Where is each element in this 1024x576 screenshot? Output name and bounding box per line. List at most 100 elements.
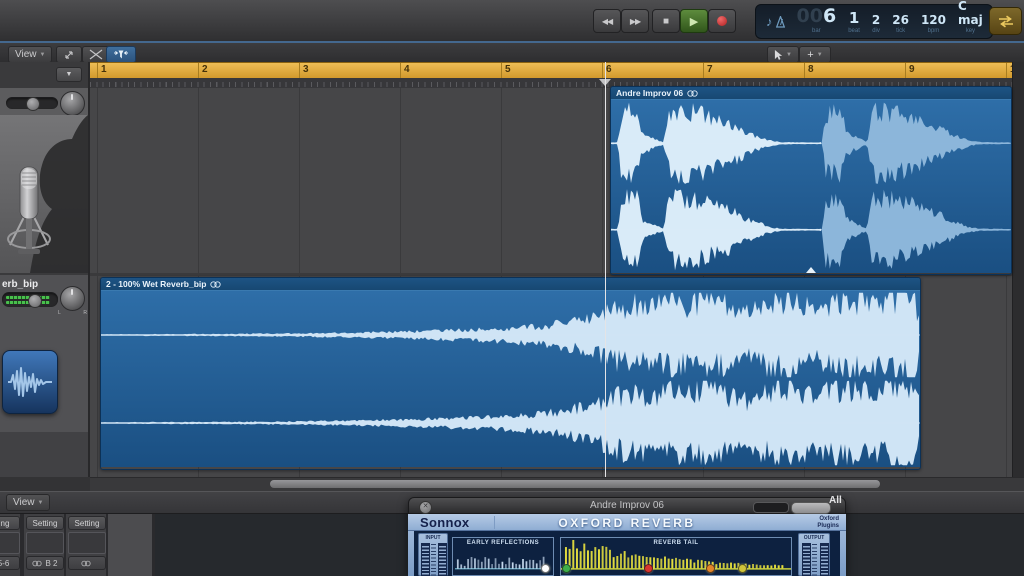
track1-header[interactable]: LR: [0, 88, 88, 273]
chevron-down-icon: ▼: [786, 51, 792, 58]
strip1-insert-slot[interactable]: [0, 532, 20, 554]
daw-window: ◀◀ ▶▶ ■ ▶ ♪ 00 6 bar 1 beat 2 div 26 tick: [0, 0, 1024, 576]
lcd-beat-label: beat: [848, 28, 860, 34]
secondary-tool-button[interactable]: + ▼: [799, 46, 831, 63]
close-icon[interactable]: ✕: [419, 501, 432, 514]
forward-icon: ▶▶: [629, 16, 641, 26]
region-header[interactable]: Andre Improv 06: [611, 87, 1011, 100]
envelope-node[interactable]: [541, 564, 550, 573]
reverb-tail-panel: REVERB TAIL: [560, 537, 792, 576]
input-meter-right: [438, 543, 447, 576]
envelope-node[interactable]: [644, 564, 653, 573]
track-header-disclosure-button[interactable]: ▼: [56, 67, 82, 82]
cycle-button[interactable]: [989, 7, 1022, 35]
lcd-display[interactable]: ♪ 00 6 bar 1 beat 2 div 26 tick 120 bpm C…: [755, 0, 1019, 39]
lcd-tick-field[interactable]: 26 tick: [886, 5, 915, 38]
envelope-node[interactable]: [562, 564, 571, 573]
catch-funnel-icon: [114, 50, 128, 59]
mixer-view-label: View: [13, 497, 35, 508]
strip1-setting-button[interactable]: Setting: [0, 516, 20, 530]
track2-level-meter[interactable]: [2, 292, 58, 308]
strip3-setting-button[interactable]: Setting: [68, 516, 106, 530]
lcd-div-label: div: [872, 28, 880, 34]
drag-mode-button[interactable]: [56, 46, 82, 63]
lcd-mode-icons[interactable]: ♪: [760, 5, 791, 38]
audio-region-wet-reverb[interactable]: 2 - 100% Wet Reverb_bip: [100, 277, 921, 470]
lcd-tick-value: 26: [892, 13, 909, 27]
strip2-insert-slot[interactable]: [26, 532, 64, 554]
lcd-div-value: 2: [871, 13, 881, 27]
plugin-brand-bar: Sonnox OXFORD REVERB Oxford Plugins: [408, 514, 846, 531]
output-meter-panel: OUTPUT: [798, 533, 830, 576]
track2-name-label: erb_bip: [2, 279, 39, 290]
view-menu-button[interactable]: View ▼: [8, 46, 53, 63]
region-header[interactable]: 2 - 100% Wet Reverb_bip: [101, 278, 920, 291]
plugin-left-edge: [408, 531, 414, 576]
track-icon-tile[interactable]: [2, 350, 58, 414]
pointer-tool-button[interactable]: ▼: [767, 46, 799, 63]
plugin-window-title: Andre Improv 06: [590, 500, 664, 511]
output-meter-left: [802, 543, 811, 576]
crosshair-icon: +: [807, 48, 814, 61]
output-label: OUTPUT: [803, 535, 825, 541]
envelope-node[interactable]: [706, 564, 715, 573]
plugin-compare-control[interactable]: [791, 501, 831, 514]
catch-playhead-button[interactable]: [106, 46, 136, 63]
bar-number: 9: [909, 64, 915, 75]
lcd-tick-label: tick: [896, 28, 906, 34]
region-name: 2 - 100% Wet Reverb_bip: [106, 279, 207, 289]
stereo-icon: [210, 280, 222, 288]
input-meter-left: [421, 543, 430, 576]
plugin-right-edge: [840, 531, 846, 576]
record-button[interactable]: [708, 9, 736, 33]
volume-slider-thumb[interactable]: [26, 97, 40, 111]
region-name: Andre Improv 06: [616, 88, 684, 98]
lcd-bar-field[interactable]: 00 6 bar: [791, 5, 843, 38]
horizontal-scrollbar-thumb[interactable]: [270, 480, 880, 488]
lcd-div-field[interactable]: 2 div: [866, 5, 886, 38]
input-label: INPUT: [425, 535, 441, 541]
oxford-plugins-badge: Oxford Plugins: [817, 516, 839, 529]
mixer-view-menu-button[interactable]: View ▼: [6, 494, 51, 511]
stop-button[interactable]: ■: [652, 9, 680, 33]
forward-button[interactable]: ▶▶: [621, 9, 649, 33]
bar-number: 2: [202, 64, 208, 75]
track-header-footer: [0, 432, 88, 477]
strip3-output-button[interactable]: [68, 556, 106, 570]
envelope-node[interactable]: [738, 564, 747, 573]
chevron-down-icon: ▼: [37, 499, 44, 506]
track1-pan-knob[interactable]: LR: [58, 91, 87, 121]
plugin-sidechain-menu[interactable]: [753, 502, 789, 513]
strip3-insert-slot[interactable]: [68, 532, 106, 554]
track2-pan-knob[interactable]: LR: [58, 286, 87, 316]
strip2-setting-button[interactable]: Setting: [26, 516, 64, 530]
waveform-svg: [101, 292, 920, 466]
audio-region-andre-improv[interactable]: Andre Improv 06: [610, 86, 1012, 275]
channel-strip-4[interactable]: [108, 512, 152, 576]
vertical-scrollbar[interactable]: [1012, 62, 1024, 477]
chevron-down-icon: ▼: [816, 51, 823, 58]
lcd-beat-field[interactable]: 1 beat: [842, 5, 866, 38]
strip1-output-button[interactable]: 5-6: [0, 556, 20, 570]
record-icon: [717, 16, 727, 26]
early-reflections-panel: EARLY REFLECTIONS: [452, 537, 554, 576]
region-loop-handle[interactable]: [806, 267, 816, 273]
lcd-bar-label: bar: [812, 28, 821, 34]
output-meter-right: [819, 543, 829, 576]
play-button[interactable]: ▶: [680, 9, 708, 33]
level-slider-thumb[interactable]: [28, 294, 42, 308]
strip2-output-button[interactable]: B 2: [26, 556, 64, 570]
bar-number: 4: [404, 64, 410, 75]
chevron-down-icon: ▼: [39, 51, 46, 58]
bar-ruler[interactable]: 1 2 3 4 5 6 7 8 9 10: [90, 62, 1024, 79]
lcd-tempo-field[interactable]: 120 bpm: [915, 5, 952, 38]
track1-volume-slider[interactable]: [6, 97, 58, 111]
mixer-all-filter-button[interactable]: All: [829, 495, 842, 506]
bar-number: 7: [707, 64, 713, 75]
lcd-key-field[interactable]: C maj key: [952, 0, 989, 38]
note-icon: ♪: [766, 14, 773, 29]
plugin-window-oxford-reverb[interactable]: ✕ Andre Improv 06 Sonnox OXFORD REVERB O…: [408, 497, 846, 576]
plugin-title-bar[interactable]: ✕ Andre Improv 06: [408, 497, 846, 514]
rewind-button[interactable]: ◀◀: [593, 9, 621, 33]
crossfade-icon: [89, 49, 103, 60]
